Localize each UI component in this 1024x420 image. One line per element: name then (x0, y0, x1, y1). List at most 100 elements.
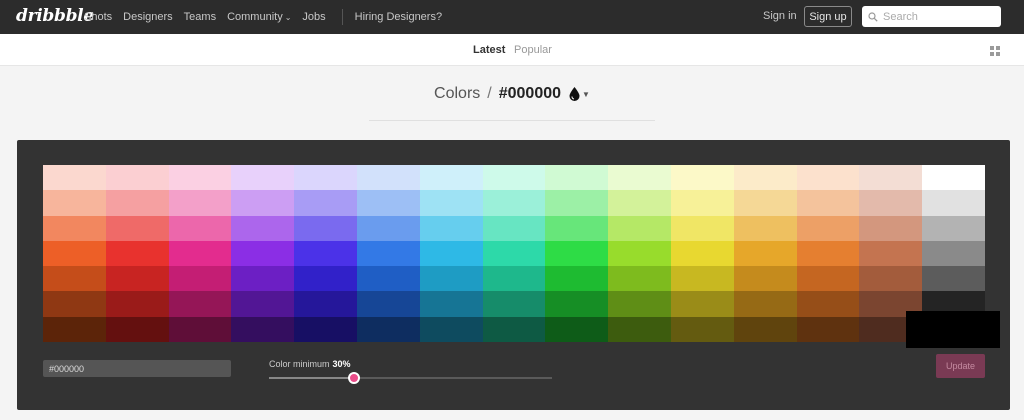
color-swatch[interactable] (105, 266, 169, 292)
color-swatch[interactable] (356, 165, 420, 191)
nav-teams[interactable]: Teams (184, 11, 216, 23)
color-swatch[interactable] (419, 266, 483, 292)
color-swatch[interactable] (608, 266, 671, 292)
color-swatch[interactable] (545, 190, 609, 216)
color-swatch[interactable] (294, 240, 357, 267)
color-swatch[interactable] (608, 190, 671, 216)
color-swatch[interactable] (356, 190, 420, 216)
search-box[interactable] (862, 6, 1001, 27)
color-swatch[interactable] (168, 291, 232, 317)
color-swatch[interactable] (670, 165, 734, 191)
color-swatch[interactable] (231, 165, 295, 191)
hex-color-input[interactable] (43, 360, 231, 377)
color-swatch[interactable] (43, 316, 106, 342)
color-swatch[interactable] (796, 215, 860, 241)
color-swatch[interactable] (608, 316, 671, 342)
color-swatch[interactable] (796, 291, 860, 317)
color-swatch[interactable] (922, 240, 985, 267)
color-swatch[interactable] (294, 190, 357, 216)
color-drop-icon[interactable] (569, 87, 580, 101)
color-swatch[interactable] (796, 165, 860, 191)
color-swatch[interactable] (231, 316, 295, 342)
search-input[interactable] (883, 10, 993, 23)
color-swatch[interactable] (545, 165, 609, 191)
nav-shots[interactable]: Shots (84, 11, 112, 23)
nav-hiring-designers[interactable]: Hiring Designers? (355, 11, 442, 23)
color-swatch[interactable] (356, 266, 420, 292)
color-swatch[interactable] (733, 316, 797, 342)
color-swatch[interactable] (294, 165, 357, 191)
color-swatch[interactable] (356, 240, 420, 267)
color-swatch[interactable] (859, 240, 923, 267)
slider-handle[interactable] (347, 372, 360, 384)
color-swatch[interactable] (231, 266, 295, 292)
color-swatch[interactable] (733, 266, 797, 292)
color-swatch[interactable] (733, 165, 797, 191)
color-swatch[interactable] (545, 215, 609, 241)
color-swatch[interactable] (545, 240, 609, 267)
color-swatch[interactable] (670, 266, 734, 292)
color-swatch[interactable] (356, 215, 420, 241)
grid-view-icon[interactable] (990, 46, 1000, 56)
color-swatch[interactable] (733, 190, 797, 216)
color-swatch[interactable] (859, 190, 923, 216)
color-swatch[interactable] (43, 291, 106, 317)
color-swatch[interactable] (733, 291, 797, 317)
color-swatch[interactable] (419, 240, 483, 267)
color-swatch[interactable] (43, 215, 106, 241)
nav-jobs[interactable]: Jobs (302, 11, 325, 23)
color-swatch[interactable] (168, 165, 232, 191)
tab-popular[interactable]: Popular (514, 44, 552, 56)
color-swatch[interactable] (231, 240, 295, 267)
color-swatch[interactable] (733, 240, 797, 267)
color-swatch[interactable] (482, 291, 546, 317)
color-swatch[interactable] (482, 240, 546, 267)
color-swatch[interactable] (105, 240, 169, 267)
sign-in-link[interactable]: Sign in (763, 10, 797, 22)
color-swatch[interactable] (545, 316, 609, 342)
color-swatch[interactable] (796, 316, 860, 342)
color-swatch[interactable] (608, 240, 671, 267)
color-swatch[interactable] (105, 190, 169, 216)
color-swatch[interactable] (482, 215, 546, 241)
color-swatch[interactable] (796, 266, 860, 292)
color-swatch[interactable] (294, 316, 357, 342)
dribbble-logo[interactable]: dribbble (16, 6, 94, 26)
color-swatch[interactable] (419, 316, 483, 342)
chevron-down-icon[interactable]: ▼ (582, 90, 590, 99)
nav-community[interactable]: Community ⌄ (227, 11, 291, 23)
color-swatch[interactable] (294, 266, 357, 292)
color-swatch[interactable] (922, 190, 985, 216)
color-swatch[interactable] (294, 291, 357, 317)
color-swatch[interactable] (859, 165, 923, 191)
color-swatch[interactable] (670, 240, 734, 267)
color-swatch[interactable] (482, 165, 546, 191)
color-swatch[interactable] (859, 215, 923, 241)
color-swatch[interactable] (608, 215, 671, 241)
tab-latest[interactable]: Latest (473, 44, 505, 56)
color-swatch[interactable] (231, 291, 295, 317)
color-swatch[interactable] (482, 266, 546, 292)
color-swatch[interactable] (356, 316, 420, 342)
color-swatch[interactable] (733, 215, 797, 241)
color-swatch[interactable] (105, 215, 169, 241)
color-swatch[interactable] (231, 215, 295, 241)
color-swatch[interactable] (796, 190, 860, 216)
color-swatch[interactable] (419, 215, 483, 241)
color-swatch[interactable] (608, 291, 671, 317)
color-swatch[interactable] (670, 190, 734, 216)
color-swatch[interactable] (419, 165, 483, 191)
color-swatch[interactable] (168, 190, 232, 216)
color-swatch[interactable] (231, 190, 295, 216)
title-section[interactable]: Colors (434, 85, 480, 103)
color-swatch[interactable] (168, 266, 232, 292)
color-swatch[interactable] (670, 316, 734, 342)
color-swatch[interactable] (168, 316, 232, 342)
color-swatch[interactable] (922, 215, 985, 241)
color-swatch[interactable] (608, 165, 671, 191)
color-swatch[interactable] (356, 291, 420, 317)
color-swatch[interactable] (294, 215, 357, 241)
color-swatch[interactable] (670, 291, 734, 317)
nav-designers[interactable]: Designers (123, 11, 173, 23)
color-swatch[interactable] (922, 266, 985, 292)
